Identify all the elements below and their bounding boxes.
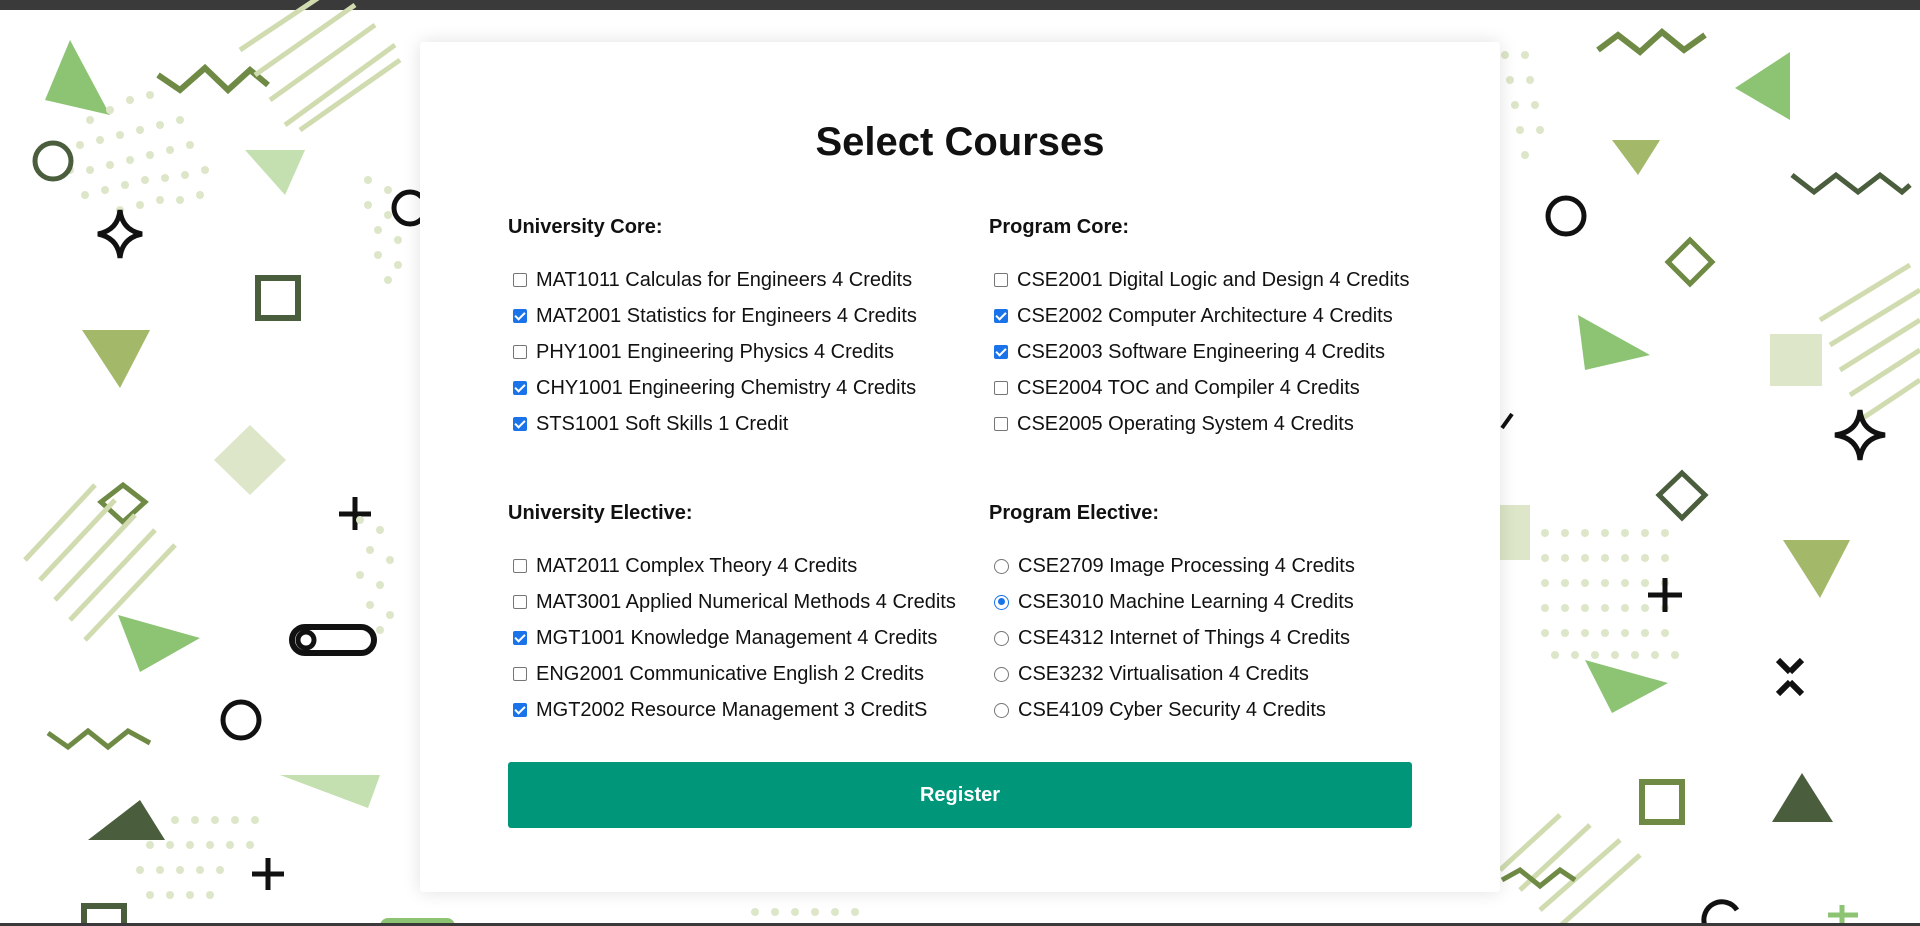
course-option[interactable]: MAT2011 Complex Theory 4 Credits [508, 548, 978, 584]
course-option[interactable]: CSE2001 Digital Logic and Design 4 Credi… [989, 262, 1459, 298]
checkbox[interactable] [513, 631, 527, 645]
course-option[interactable]: MAT1011 Calculas for Engineers 4 Credits [508, 262, 978, 298]
radio-button[interactable] [994, 702, 1009, 718]
checkbox[interactable] [513, 345, 527, 359]
course-label: MGT2002 Resource Management 3 CreditS [536, 698, 928, 721]
checkbox[interactable] [513, 703, 527, 717]
course-label: CSE3010 Machine Learning 4 Credits [1018, 590, 1354, 613]
course-option[interactable]: MAT2001 Statistics for Engineers 4 Credi… [508, 298, 978, 334]
section-title-university-core: University Core: [508, 216, 663, 238]
radio-button[interactable] [994, 630, 1009, 646]
course-label: CSE4109 Cyber Security 4 Credits [1018, 698, 1326, 721]
course-option[interactable]: CHY1001 Engineering Chemistry 4 Credits [508, 370, 978, 406]
course-option[interactable]: MAT3001 Applied Numerical Methods 4 Cred… [508, 584, 978, 620]
course-label: CSE2005 Operating System 4 Credits [1017, 412, 1354, 435]
radio-button[interactable] [994, 594, 1009, 610]
course-option[interactable]: CSE2003 Software Engineering 4 Credits [989, 334, 1459, 370]
checkbox[interactable] [513, 559, 527, 573]
university-elective-section: University Elective: MAT2011 Complex The… [508, 498, 978, 728]
course-label: STS1001 Soft Skills 1 Credit [536, 412, 789, 435]
course-label: MAT2011 Complex Theory 4 Credits [536, 554, 858, 577]
section-title-program-core: Program Core: [989, 216, 1130, 238]
checkbox[interactable] [513, 417, 527, 431]
checkbox[interactable] [513, 595, 527, 609]
section-title-program-elective: Program Elective: [989, 502, 1160, 524]
course-option[interactable]: STS1001 Soft Skills 1 Credit [508, 406, 978, 442]
course-option[interactable]: ENG2001 Communicative English 2 Credits [508, 656, 978, 692]
checkbox[interactable] [994, 273, 1008, 287]
course-label: CSE2709 Image Processing 4 Credits [1018, 554, 1355, 577]
course-label: CHY1001 Engineering Chemistry 4 Credits [536, 376, 917, 399]
course-label: CSE2001 Digital Logic and Design 4 Credi… [1017, 268, 1410, 291]
program-core-section: Program Core: CSE2001 Digital Logic and … [989, 212, 1459, 442]
course-option[interactable]: MGT2002 Resource Management 3 CreditS [508, 692, 978, 728]
course-label: CSE2002 Computer Architecture 4 Credits [1017, 304, 1393, 327]
course-label: CSE2004 TOC and Compiler 4 Credits [1017, 376, 1360, 399]
course-option[interactable]: PHY1001 Engineering Physics 4 Credits [508, 334, 978, 370]
page-title: Select Courses [815, 120, 1105, 164]
checkbox[interactable] [513, 667, 527, 681]
section-title-university-elective: University Elective: [508, 502, 693, 524]
course-option[interactable]: MGT1001 Knowledge Management 4 Credits [508, 620, 978, 656]
course-label: MAT2001 Statistics for Engineers 4 Credi… [536, 304, 917, 327]
checkbox[interactable] [994, 417, 1008, 431]
course-option[interactable]: CSE3232 Virtualisation 4 Credits [989, 656, 1459, 692]
course-option[interactable]: CSE4109 Cyber Security 4 Credits [989, 692, 1459, 728]
course-label: CSE4312 Internet of Things 4 Credits [1018, 626, 1351, 649]
course-label: CSE3232 Virtualisation 4 Credits [1018, 662, 1309, 685]
radio-button[interactable] [994, 666, 1009, 682]
course-label: CSE2003 Software Engineering 4 Credits [1017, 340, 1385, 363]
university-core-section: University Core: MAT1011 Calculas for En… [508, 212, 978, 442]
course-option[interactable]: CSE4312 Internet of Things 4 Credits [989, 620, 1459, 656]
checkbox[interactable] [994, 309, 1008, 323]
checkbox[interactable] [513, 273, 527, 287]
course-label: ENG2001 Communicative English 2 Credits [536, 662, 924, 685]
checkbox[interactable] [513, 381, 527, 395]
register-button[interactable]: Register [508, 762, 1412, 828]
radio-button[interactable] [994, 558, 1009, 574]
course-option[interactable]: CSE3010 Machine Learning 4 Credits [989, 584, 1459, 620]
course-selection-card: Select Courses University Core: MAT1011 … [420, 42, 1500, 892]
course-option[interactable]: CSE2002 Computer Architecture 4 Credits [989, 298, 1459, 334]
course-option[interactable]: CSE2005 Operating System 4 Credits [989, 406, 1459, 442]
course-label: MAT1011 Calculas for Engineers 4 Credits [536, 268, 913, 291]
course-option[interactable]: CSE2004 TOC and Compiler 4 Credits [989, 370, 1459, 406]
checkbox[interactable] [994, 381, 1008, 395]
course-label: MGT1001 Knowledge Management 4 Credits [536, 626, 938, 649]
course-label: MAT3001 Applied Numerical Methods 4 Cred… [536, 590, 956, 613]
course-option[interactable]: CSE2709 Image Processing 4 Credits [989, 548, 1459, 584]
checkbox[interactable] [513, 309, 527, 323]
checkbox[interactable] [994, 345, 1008, 359]
program-elective-section: Program Elective: CSE2709 Image Processi… [989, 498, 1459, 728]
course-label: PHY1001 Engineering Physics 4 Credits [536, 340, 894, 363]
